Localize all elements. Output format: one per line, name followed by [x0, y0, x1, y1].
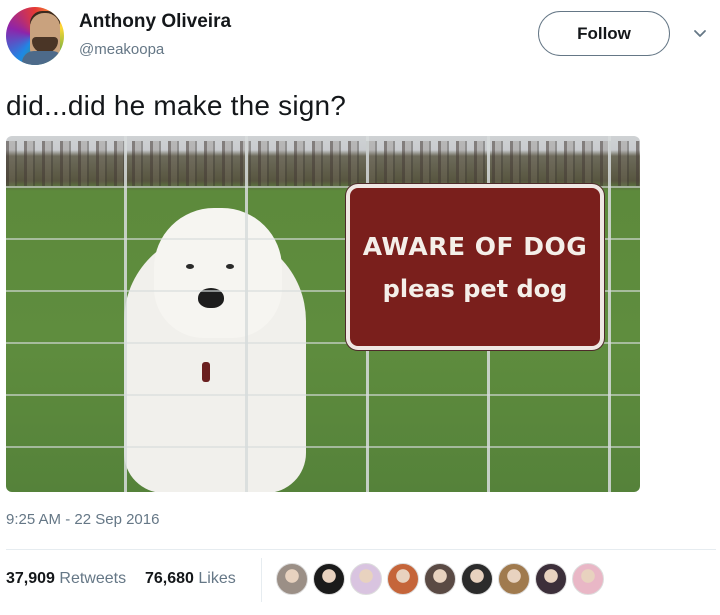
divider [6, 549, 716, 550]
liker-avatar[interactable] [535, 563, 567, 595]
liker-avatar[interactable] [276, 563, 308, 595]
retweets-label: Retweets [59, 570, 127, 587]
retweets-count: 37,909 [6, 570, 55, 587]
stats-divider [261, 558, 262, 602]
likes-label: Likes [198, 570, 236, 587]
retweets-stat[interactable]: 37,909 Retweets [6, 570, 131, 587]
liker-avatar[interactable] [350, 563, 382, 595]
tweet-text: did...did he make the sign? [6, 90, 347, 121]
dog-sign: AWARE OF DOG pleas pet dog [346, 184, 604, 350]
liker-avatar[interactable] [498, 563, 530, 595]
likes-count: 76,680 [145, 570, 194, 587]
sign-line-1: AWARE OF DOG [362, 231, 588, 261]
liker-avatars [276, 563, 609, 595]
tweet-photo[interactable]: AWARE OF DOG pleas pet dog [6, 136, 640, 492]
liker-avatar[interactable] [572, 563, 604, 595]
liker-avatar[interactable] [461, 563, 493, 595]
chevron-down-icon[interactable] [692, 26, 708, 42]
tweet-timestamp[interactable]: 9:25 AM - 22 Sep 2016 [6, 511, 159, 528]
follow-button[interactable]: Follow [538, 11, 670, 56]
likes-stat[interactable]: 76,680 Likes [145, 570, 236, 587]
liker-avatar[interactable] [313, 563, 345, 595]
liker-avatar[interactable] [387, 563, 419, 595]
author-handle[interactable]: @meakoopa [79, 41, 164, 58]
author-name[interactable]: Anthony Oliveira [79, 11, 231, 33]
tweet-stats: 37,909 Retweets 76,680 Likes [6, 570, 236, 588]
liker-avatar[interactable] [424, 563, 456, 595]
avatar-shirt [22, 51, 64, 65]
author-avatar[interactable] [6, 7, 64, 65]
sign-line-2: pleas pet dog [382, 274, 568, 303]
